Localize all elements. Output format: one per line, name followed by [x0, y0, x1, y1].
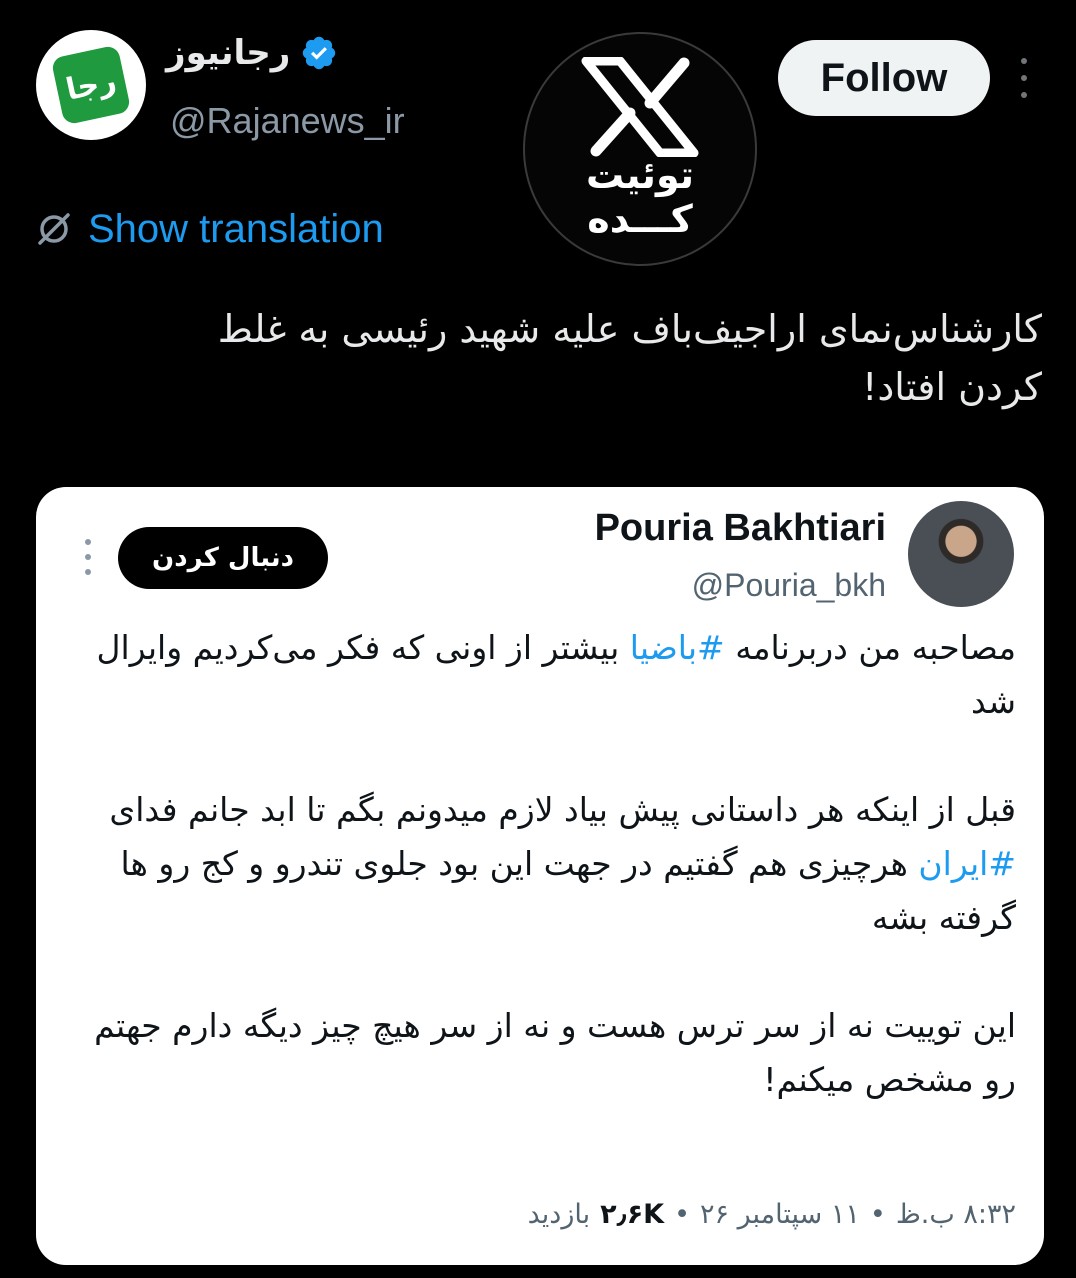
author-display-name-row[interactable]: رجانیوز — [166, 28, 338, 78]
follow-button[interactable]: Follow — [778, 40, 990, 116]
para1-text-a: مصاحبه من دربرنامه — [724, 628, 1016, 667]
meta-time[interactable]: ۸:۳۲ ب.ظ — [896, 1199, 1016, 1230]
show-translation-link[interactable]: Show translation — [36, 204, 384, 254]
rajanews-logo: رجا — [50, 44, 132, 126]
para2-text-b: هرچیزی هم گفتیم در جهت این بود جلوی تندر… — [120, 844, 1016, 937]
tweet-line-2: کردن افتاد! — [862, 365, 1042, 409]
quoted-paragraph-3: این توییت نه از سر ترس هست و نه از سر هی… — [94, 1006, 1016, 1099]
quoted-paragraph-2: قبل از اینکه هر داستانی پیش بیاد لازم می… — [66, 783, 1016, 945]
show-translation-label[interactable]: Show translation — [88, 207, 384, 252]
tweetkade-watermark: توئیت کـــده — [523, 32, 757, 266]
quoted-tweet-card[interactable]: Pouria Bakhtiari @Pouria_bkh دنبال کردن … — [36, 487, 1044, 1265]
meta-date[interactable]: ۱۱ سپتامبر ۲۶ — [700, 1199, 860, 1230]
verified-badge-icon — [303, 36, 336, 70]
watermark-line2: کـــده — [587, 197, 693, 241]
more-options-icon[interactable] — [1016, 58, 1032, 98]
quoted-paragraph-1: مصاحبه من دربرنامه #باضیا بیشتر از اونی … — [66, 621, 1016, 729]
quoted-author-avatar[interactable] — [908, 501, 1014, 607]
meta-views-label: بازدید — [527, 1199, 591, 1230]
watermark-line1: توئیت — [585, 153, 695, 197]
meta-separator: • — [674, 1199, 691, 1230]
quoted-follow-button[interactable]: دنبال کردن — [118, 527, 328, 589]
watermark-text: توئیت کـــده — [586, 153, 694, 241]
hashtag-link-bazia[interactable]: #باضیا — [630, 628, 725, 667]
quoted-author-handle[interactable]: @Pouria_bkh — [692, 567, 886, 604]
x-logo-icon — [581, 57, 699, 157]
tweet-text: کارشناس‌نمای اراجیف‌باف علیه شهید رئیسی … — [42, 300, 1042, 416]
author-display-name[interactable]: رجانیوز — [166, 33, 290, 73]
para2-text-a: قبل از اینکه هر داستانی پیش بیاد لازم می… — [109, 790, 1016, 829]
quoted-author-name[interactable]: Pouria Bakhtiari — [595, 507, 886, 550]
quoted-tweet-body: مصاحبه من دربرنامه #باضیا بیشتر از اونی … — [66, 621, 1016, 1107]
meta-separator: • — [869, 1199, 886, 1230]
quoted-more-icon[interactable] — [82, 539, 94, 575]
quoted-tweet-meta: ۸:۳۲ ب.ظ • ۱۱ سپتامبر ۲۶ • ۲٫۶K بازدید — [528, 1199, 1016, 1230]
tweet-line-1: کارشناس‌نمای اراجیف‌باف علیه شهید رئیسی … — [217, 307, 1042, 351]
author-handle[interactable]: @Rajanews_ir — [170, 100, 405, 142]
author-avatar[interactable]: رجا — [36, 30, 146, 140]
meta-views-count: ۲٫۶K — [600, 1199, 665, 1230]
hashtag-link-iran[interactable]: #ایران — [918, 844, 1016, 883]
translate-icon — [38, 213, 70, 245]
